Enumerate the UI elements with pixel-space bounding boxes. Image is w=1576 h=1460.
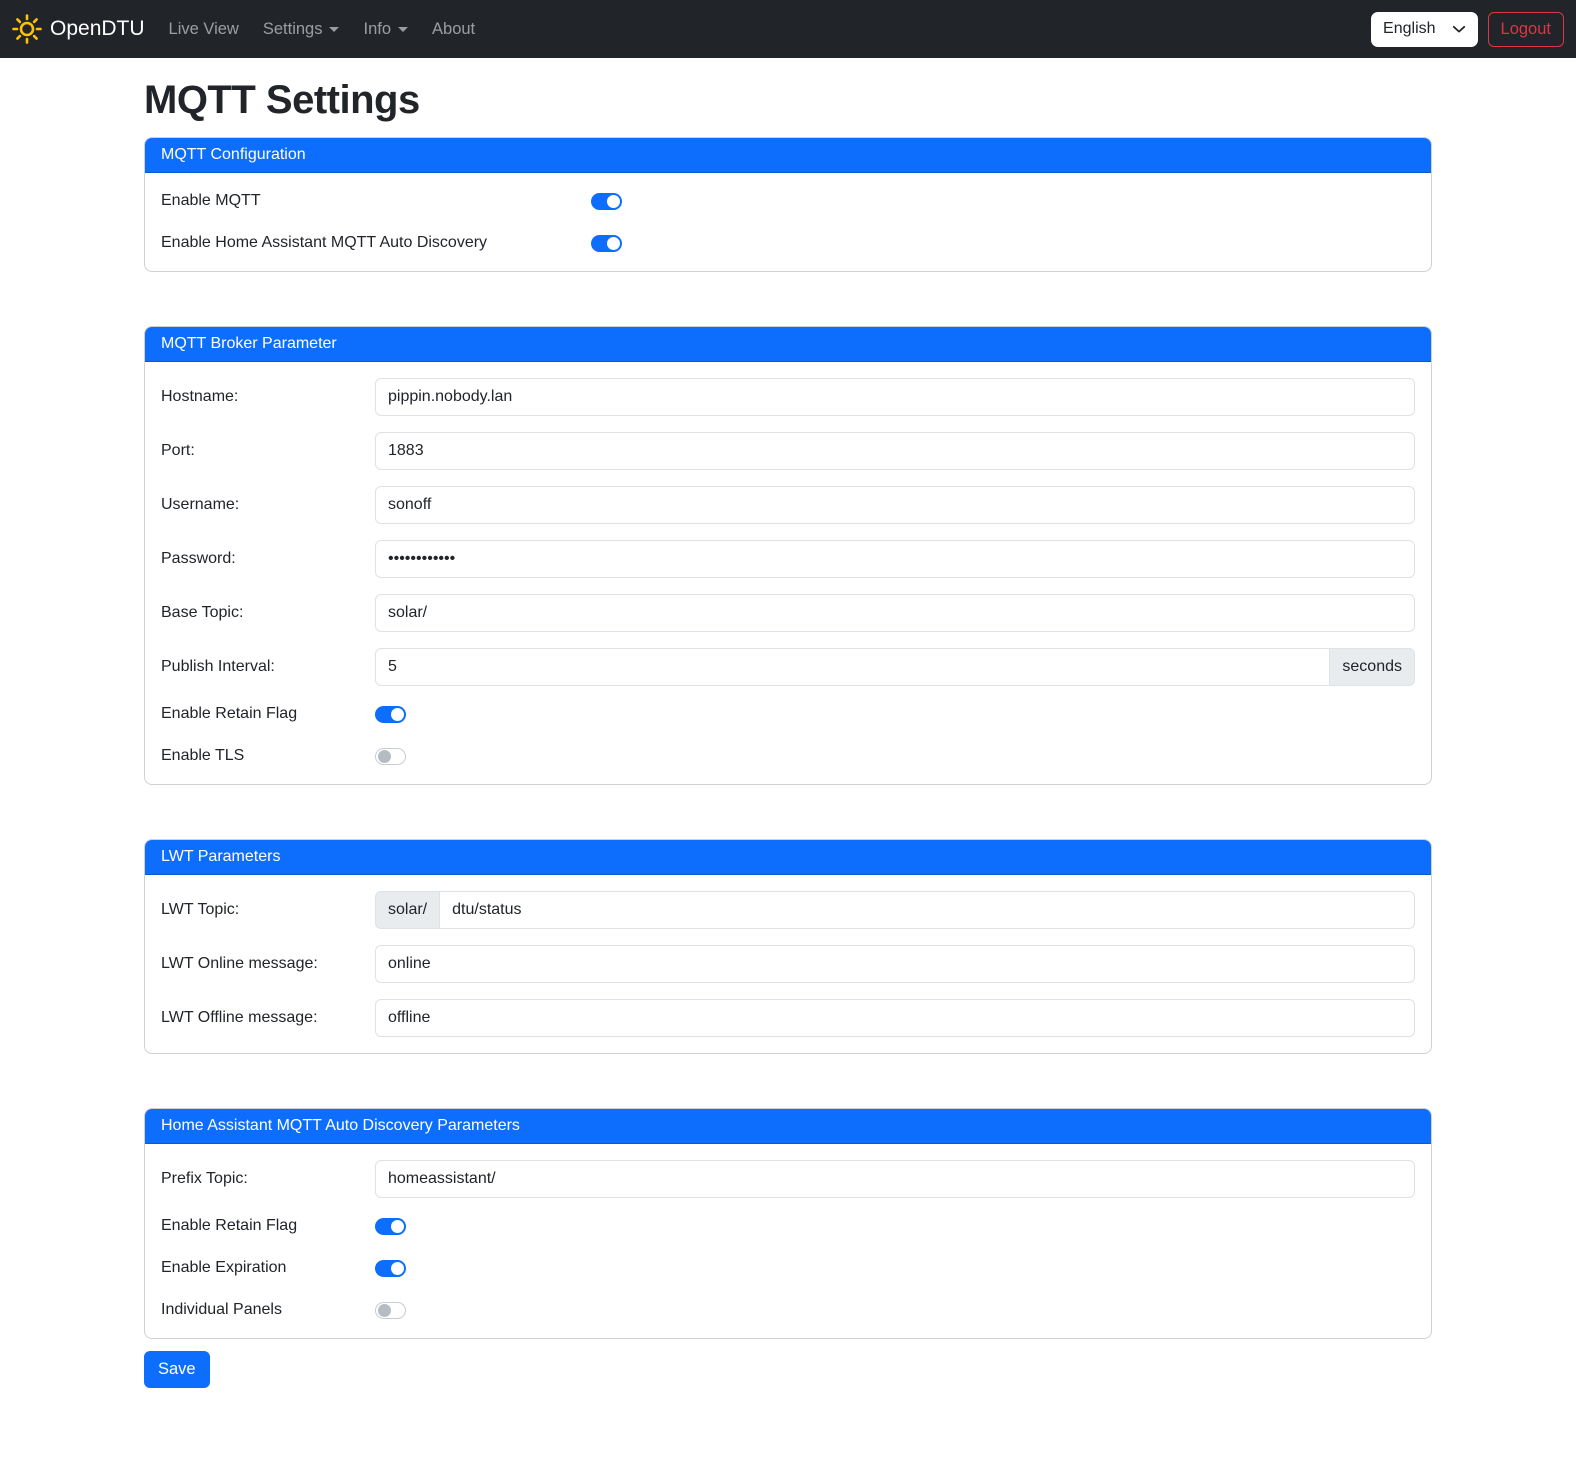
- form-row: LWT Online message:: [161, 945, 1415, 983]
- nav-info[interactable]: Info: [351, 12, 420, 47]
- logout-button[interactable]: Logout: [1488, 12, 1564, 47]
- brand[interactable]: OpenDTU: [12, 14, 145, 44]
- card-mqtt-broker-parameter: MQTT Broker Parameter Hostname: Port: Us…: [144, 326, 1432, 785]
- chevron-down-icon: [1452, 22, 1466, 36]
- save-button[interactable]: Save: [144, 1351, 210, 1388]
- form-row: Password:: [161, 540, 1415, 578]
- form-row: Hostname:: [161, 378, 1415, 416]
- chevron-down-icon: [329, 27, 339, 32]
- brand-label: OpenDTU: [50, 17, 145, 41]
- form-row: Base Topic:: [161, 594, 1415, 632]
- lwt-topic-input[interactable]: [439, 891, 1415, 929]
- publish-interval-unit: seconds: [1330, 648, 1415, 686]
- publish-interval-input[interactable]: [375, 648, 1330, 686]
- nav-live-view[interactable]: Live View: [157, 12, 251, 47]
- enable-mqtt-toggle[interactable]: [591, 193, 622, 210]
- navbar-right: English Logout: [1371, 12, 1564, 47]
- form-row: Enable Retain Flag: [161, 702, 1415, 726]
- card-lwt-parameters: LWT Parameters LWT Topic: solar/ LWT Onl…: [144, 839, 1432, 1054]
- nav-settings[interactable]: Settings: [251, 12, 352, 47]
- form-row: Username:: [161, 486, 1415, 524]
- lwt-topic-label: LWT Topic:: [161, 901, 375, 919]
- nav-links: Live View Settings Info About: [157, 12, 488, 47]
- username-input[interactable]: [375, 486, 1415, 524]
- enable-ha-auto-discovery-toggle[interactable]: [591, 235, 622, 252]
- base-topic-label: Base Topic:: [161, 604, 375, 622]
- port-input[interactable]: [375, 432, 1415, 470]
- page-title: MQTT Settings: [144, 78, 1432, 123]
- individual-panels-toggle[interactable]: [375, 1302, 406, 1319]
- lwt-offline-message-input[interactable]: [375, 999, 1415, 1037]
- broker-enable-retain-flag-toggle[interactable]: [375, 706, 406, 723]
- card-body: Enable MQTT Enable Home Assistant MQTT A…: [145, 173, 1431, 271]
- lwt-offline-message-label: LWT Offline message:: [161, 1009, 375, 1027]
- form-row: Enable TLS: [161, 744, 1415, 768]
- base-topic-input[interactable]: [375, 594, 1415, 632]
- form-row: LWT Topic: solar/: [161, 891, 1415, 929]
- language-select[interactable]: English: [1371, 12, 1477, 47]
- individual-panels-label: Individual Panels: [161, 1301, 375, 1319]
- hostname-label: Hostname:: [161, 388, 375, 406]
- broker-enable-retain-flag-label: Enable Retain Flag: [161, 705, 375, 723]
- form-row: Enable Retain Flag: [161, 1214, 1415, 1238]
- language-select-value: English: [1383, 20, 1435, 38]
- lwt-online-message-label: LWT Online message:: [161, 955, 375, 973]
- card-body: LWT Topic: solar/ LWT Online message: LW…: [145, 875, 1431, 1053]
- nav-about[interactable]: About: [420, 12, 487, 47]
- card-header-lwt-parameters: LWT Parameters: [145, 840, 1431, 875]
- password-input[interactable]: [375, 540, 1415, 578]
- main-container: MQTT Settings MQTT Configuration Enable …: [144, 78, 1432, 1388]
- card-header-ha-auto-discovery: Home Assistant MQTT Auto Discovery Param…: [145, 1109, 1431, 1144]
- form-row: Individual Panels: [161, 1298, 1415, 1322]
- prefix-topic-label: Prefix Topic:: [161, 1170, 375, 1188]
- ha-enable-retain-flag-label: Enable Retain Flag: [161, 1217, 375, 1235]
- form-row: LWT Offline message:: [161, 999, 1415, 1037]
- card-body: Prefix Topic: Enable Retain Flag Enable …: [145, 1144, 1431, 1338]
- form-row: Port:: [161, 432, 1415, 470]
- navbar: OpenDTU Live View Settings Info About En…: [0, 0, 1576, 58]
- enable-tls-label: Enable TLS: [161, 747, 375, 765]
- form-row: Enable MQTT: [161, 189, 1415, 213]
- form-row: Prefix Topic:: [161, 1160, 1415, 1198]
- password-label: Password:: [161, 550, 375, 568]
- username-label: Username:: [161, 496, 375, 514]
- card-ha-auto-discovery-parameters: Home Assistant MQTT Auto Discovery Param…: [144, 1108, 1432, 1339]
- sun-logo-icon: [12, 14, 42, 44]
- form-row: Enable Expiration: [161, 1256, 1415, 1280]
- form-row: Enable Home Assistant MQTT Auto Discover…: [161, 231, 1415, 255]
- form-row: Publish Interval: seconds: [161, 648, 1415, 686]
- card-body: Hostname: Port: Username: Password: Base…: [145, 362, 1431, 784]
- hostname-input[interactable]: [375, 378, 1415, 416]
- card-mqtt-configuration: MQTT Configuration Enable MQTT Enable Ho…: [144, 137, 1432, 272]
- enable-expiration-toggle[interactable]: [375, 1260, 406, 1277]
- card-header-mqtt-broker-parameter: MQTT Broker Parameter: [145, 327, 1431, 362]
- card-header-mqtt-configuration: MQTT Configuration: [145, 138, 1431, 173]
- enable-expiration-label: Enable Expiration: [161, 1259, 375, 1277]
- lwt-online-message-input[interactable]: [375, 945, 1415, 983]
- lwt-topic-prefix: solar/: [375, 891, 439, 929]
- chevron-down-icon: [398, 27, 408, 32]
- port-label: Port:: [161, 442, 375, 460]
- enable-mqtt-label: Enable MQTT: [161, 192, 591, 210]
- prefix-topic-input[interactable]: [375, 1160, 1415, 1198]
- enable-tls-toggle[interactable]: [375, 748, 406, 765]
- ha-enable-retain-flag-toggle[interactable]: [375, 1218, 406, 1235]
- publish-interval-label: Publish Interval:: [161, 658, 375, 676]
- enable-ha-auto-discovery-label: Enable Home Assistant MQTT Auto Discover…: [161, 234, 591, 252]
